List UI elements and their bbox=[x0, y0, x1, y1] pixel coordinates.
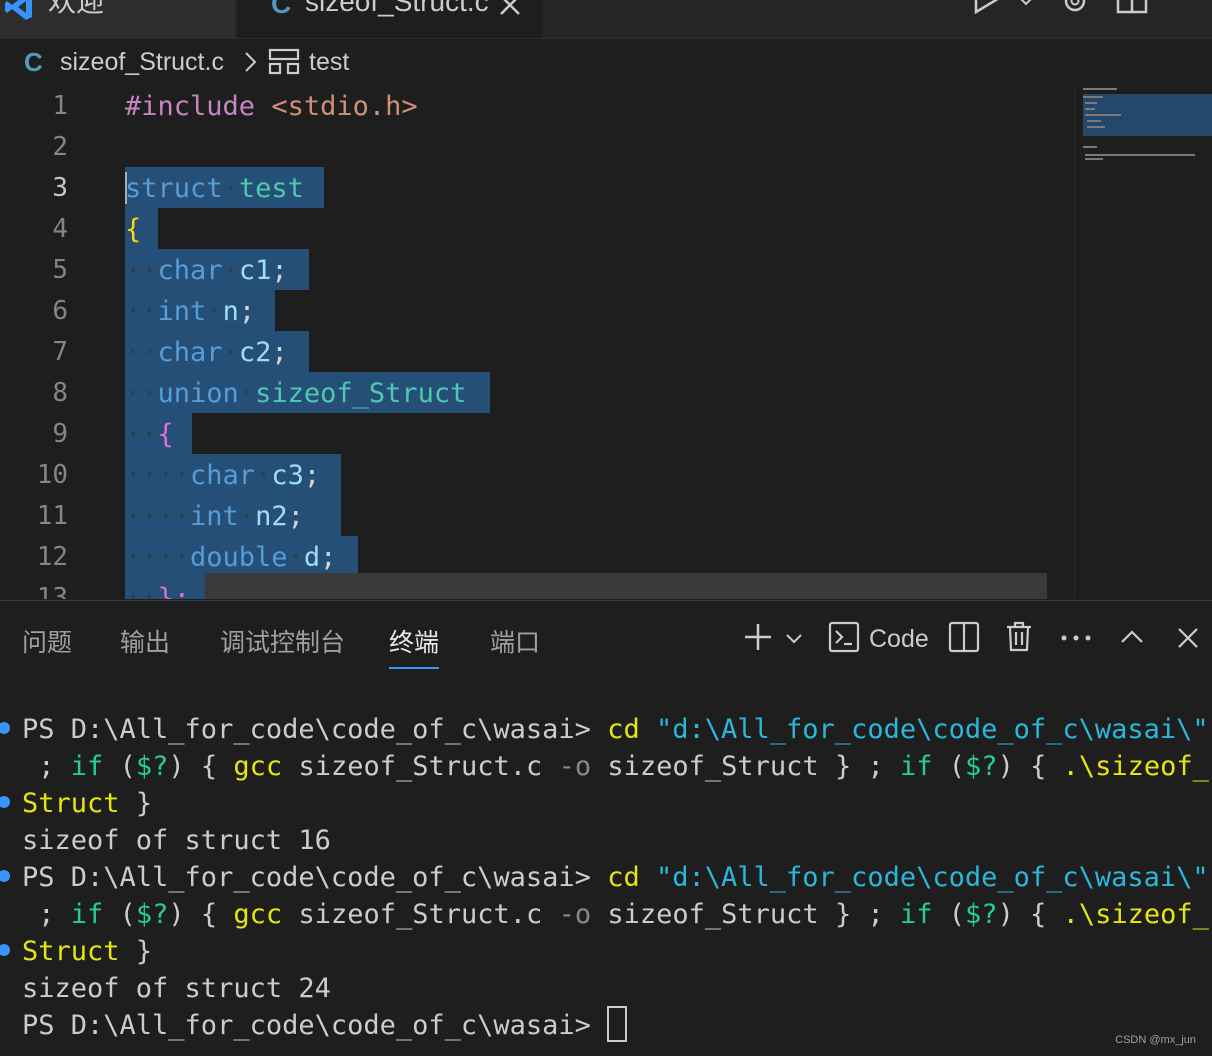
terminal-icon bbox=[828, 621, 860, 653]
code-line-9: ··{ bbox=[125, 419, 174, 450]
tab-terminal[interactable]: 终端 bbox=[389, 623, 440, 669]
breadcrumb-symbol[interactable]: test bbox=[309, 48, 349, 77]
line-number: 1 bbox=[52, 91, 68, 121]
split-terminal-icon[interactable] bbox=[948, 621, 980, 653]
code-line-1: #include <stdio.h> bbox=[125, 91, 418, 122]
minimap-line bbox=[1085, 154, 1195, 156]
minimap-line bbox=[1083, 88, 1117, 90]
line-number: 2 bbox=[52, 132, 68, 162]
minimap-line bbox=[1087, 126, 1105, 128]
terminal-line: PS D:\All_for_code\code_of_c\wasai> cd "… bbox=[22, 714, 1209, 745]
minimap-line bbox=[1085, 158, 1103, 160]
line-number: 11 bbox=[36, 501, 68, 531]
command-success-marker bbox=[0, 722, 10, 734]
minimap-line bbox=[1083, 96, 1103, 98]
command-success-marker bbox=[0, 796, 10, 808]
tab-ports[interactable]: 端口 bbox=[490, 623, 540, 667]
tab-welcome[interactable]: 欢迎 bbox=[0, 0, 235, 38]
struct-symbol-icon bbox=[268, 48, 300, 75]
line-number: 8 bbox=[52, 378, 68, 408]
terminal-line: sizeof of struct 16 bbox=[22, 825, 331, 856]
terminal-line: ; if ($?) { gcc sizeof_Struct.c -o sizeo… bbox=[22, 899, 1209, 930]
code-line-10: ····char·c3; bbox=[125, 460, 321, 491]
breadcrumb-file[interactable]: sizeof_Struct.c bbox=[60, 48, 224, 77]
c-file-icon: C bbox=[271, 0, 292, 19]
close-icon[interactable] bbox=[497, 0, 523, 18]
chevron-down-icon[interactable] bbox=[784, 629, 804, 649]
line-number: 12 bbox=[36, 542, 68, 572]
terminal-prompt-line: PS D:\All_for_code\code_of_c\wasai> bbox=[22, 1005, 628, 1045]
more-actions-icon[interactable] bbox=[1172, 0, 1202, 6]
terminal-line: sizeof of struct 24 bbox=[22, 973, 331, 1004]
more-actions-icon[interactable] bbox=[1060, 633, 1092, 643]
line-number: 10 bbox=[36, 460, 68, 490]
line-number: 4 bbox=[52, 214, 68, 244]
code-line-4: { bbox=[125, 214, 142, 245]
terminal-cursor bbox=[607, 1005, 628, 1042]
tab-active-label: sizeof_Struct.c bbox=[305, 0, 489, 17]
tab-welcome-label: 欢迎 bbox=[48, 0, 105, 17]
code-line-7: ··char·c2; bbox=[125, 337, 288, 368]
command-success-marker bbox=[0, 944, 10, 956]
minimap-line bbox=[1085, 102, 1097, 104]
minimap-line bbox=[1087, 120, 1101, 122]
run-icon[interactable] bbox=[972, 0, 1006, 16]
editor-tab-bar: 欢迎 C sizeof_Struct.c bbox=[0, 0, 1212, 39]
tab-problems[interactable]: 问题 bbox=[22, 623, 72, 667]
maximize-panel-chevron-up-icon[interactable] bbox=[1119, 627, 1145, 647]
code-line-6: ··int·n; bbox=[125, 296, 256, 327]
tab-debug-console[interactable]: 调试控制台 bbox=[220, 623, 345, 667]
watermark: CSDN @mx_jun bbox=[1115, 1034, 1196, 1046]
terminal-line: ; if ($?) { gcc sizeof_Struct.c -o sizeo… bbox=[22, 751, 1209, 782]
breadcrumb: C sizeof_Struct.c test bbox=[0, 40, 1212, 84]
code-line-11: ····int·n2; bbox=[125, 501, 304, 532]
run-dropdown-chevron-icon[interactable] bbox=[1016, 0, 1036, 12]
vscode-logo-icon bbox=[5, 0, 32, 20]
gear-icon[interactable] bbox=[1058, 0, 1092, 18]
line-number: 13 bbox=[36, 583, 68, 599]
tab-output[interactable]: 输出 bbox=[120, 623, 170, 667]
tab-sizeof-struct[interactable]: C sizeof_Struct.c bbox=[237, 0, 542, 38]
new-terminal-plus-icon[interactable] bbox=[742, 621, 774, 653]
split-editor-icon[interactable] bbox=[1116, 0, 1150, 16]
minimap-line bbox=[1085, 108, 1095, 110]
code-line-3: struct·test bbox=[125, 173, 304, 204]
line-number: 5 bbox=[52, 255, 68, 285]
trash-icon[interactable] bbox=[1004, 620, 1034, 652]
bottom-panel: 问题 输出 调试控制台 终端 端口 Code PS D:\All_for_cod… bbox=[0, 600, 1212, 1056]
line-number: 6 bbox=[52, 296, 68, 326]
code-line-12: ····double·d; bbox=[125, 542, 337, 573]
minimap-line bbox=[1085, 114, 1121, 116]
c-file-icon: C bbox=[24, 46, 43, 77]
line-number-active: 3 bbox=[52, 173, 68, 203]
text-cursor bbox=[125, 172, 127, 204]
command-success-marker bbox=[0, 870, 10, 882]
panel-tab-bar: 问题 输出 调试控制台 终端 端口 Code bbox=[0, 601, 1212, 679]
code-editor[interactable]: 1 2 3 4 5 6 7 8 9 10 11 12 13 #include <… bbox=[0, 86, 1212, 599]
terminal-line: Struct } bbox=[22, 788, 153, 819]
close-panel-icon[interactable] bbox=[1176, 626, 1200, 650]
minimap[interactable] bbox=[1074, 86, 1212, 599]
terminal-line: PS D:\All_for_code\code_of_c\wasai> cd "… bbox=[22, 862, 1209, 893]
code-line-5: ··char·c1; bbox=[125, 255, 288, 286]
line-number: 9 bbox=[52, 419, 68, 449]
minimap-line bbox=[1083, 146, 1097, 148]
code-line-13: ··}; bbox=[125, 583, 191, 599]
code-line-8: ··union·sizeof_Struct bbox=[125, 378, 467, 409]
terminal-name[interactable]: Code bbox=[869, 625, 929, 654]
terminal-output[interactable]: PS D:\All_for_code\code_of_c\wasai> cd "… bbox=[0, 703, 1212, 1053]
chevron-right-icon bbox=[245, 52, 257, 72]
line-number: 7 bbox=[52, 337, 68, 367]
terminal-line: Struct } bbox=[22, 936, 153, 967]
